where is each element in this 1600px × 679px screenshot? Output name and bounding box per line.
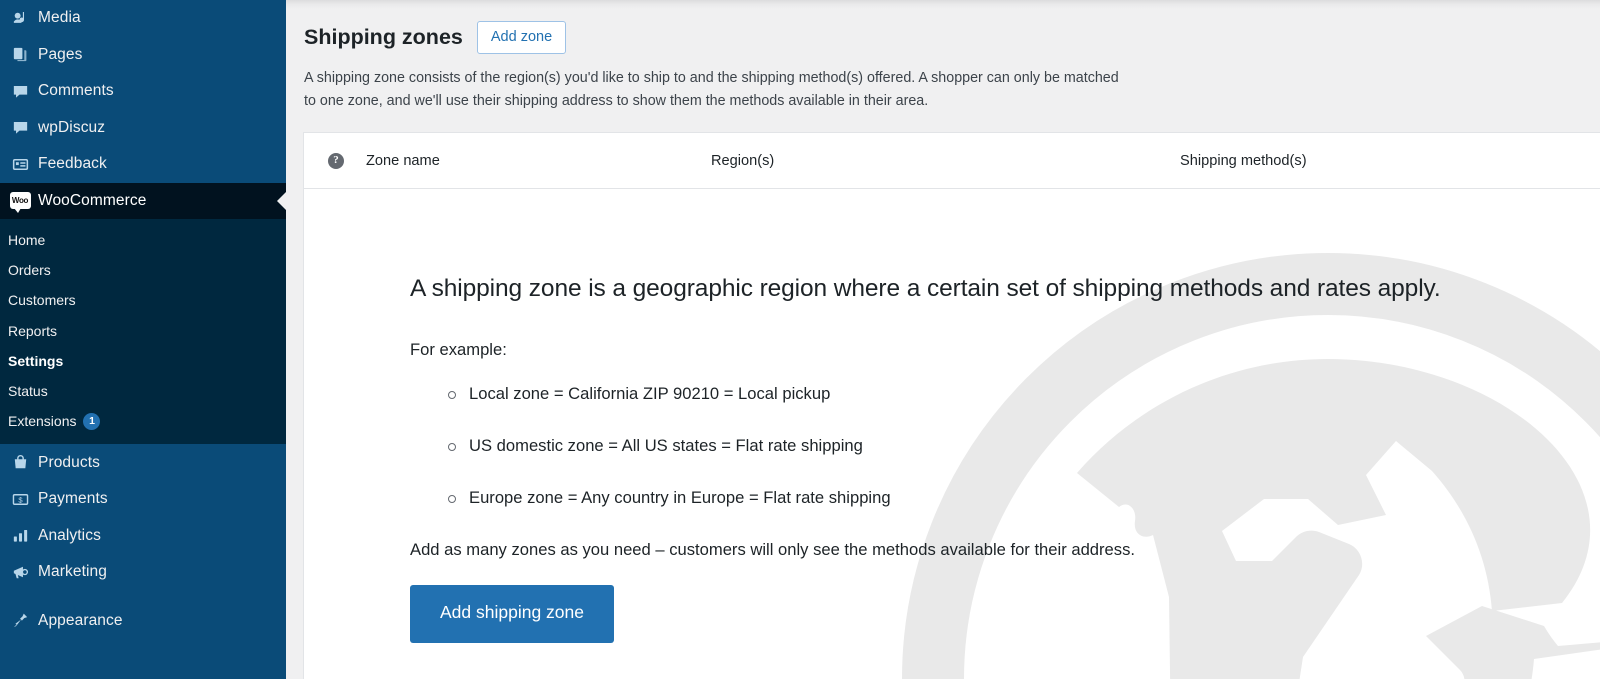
sidebar-item-label: Payments [38, 490, 108, 508]
pages-icon [2, 45, 38, 64]
column-header-zone-name: Zone name [366, 153, 440, 169]
sidebar-item-label: WooCommerce [38, 192, 146, 210]
sidebar-item-media[interactable]: Media [0, 0, 286, 37]
submenu-item-label: Home [8, 232, 45, 248]
column-header-shipping-methods: Shipping method(s) [1180, 153, 1307, 169]
sidebar-divider [0, 590, 286, 602]
list-item: Europe zone = Any country in Europe = Fl… [448, 488, 1600, 508]
sidebar-item-label: Products [38, 454, 100, 472]
submenu-item-label: Reports [8, 323, 57, 339]
submenu-item-extensions[interactable]: Extensions 1 [0, 406, 286, 436]
submenu-item-customers[interactable]: Customers [0, 285, 286, 315]
submenu-item-reports[interactable]: Reports [0, 316, 286, 346]
closing-text: Add as many zones as you need – customer… [410, 540, 1600, 560]
intro-line-1: A shipping zone consists of the region(s… [304, 67, 1428, 90]
svg-text:$: $ [18, 495, 23, 504]
submenu-item-label: Settings [8, 353, 63, 369]
page-title: Shipping zones [304, 27, 463, 49]
sidebar-item-label: Media [38, 9, 81, 27]
woocommerce-icon-badge: Woo [10, 192, 31, 209]
feedback-icon [2, 155, 38, 174]
submenu-item-orders[interactable]: Orders [0, 255, 286, 285]
help-icon-wrapper[interactable]: ? [328, 153, 344, 169]
empty-state-body: A shipping zone is a geographic region w… [304, 189, 1600, 679]
comments-icon [2, 118, 38, 137]
products-icon [2, 453, 38, 472]
submenu-item-settings[interactable]: Settings [0, 346, 286, 376]
submenu-item-label: Status [8, 383, 48, 399]
sidebar-item-marketing[interactable]: Marketing [0, 554, 286, 591]
sidebar-item-label: Marketing [38, 563, 107, 581]
status-badge: 1 [83, 413, 100, 430]
sidebar-item-appearance[interactable]: Appearance [0, 602, 286, 639]
sidebar-item-label: Pages [38, 46, 82, 64]
sidebar-item-products[interactable]: Products [0, 444, 286, 481]
submenu-item-home[interactable]: Home [0, 225, 286, 255]
analytics-icon [2, 526, 38, 545]
woocommerce-icon: Woo [2, 192, 38, 209]
main-content: Shipping zones Add zone A shipping zone … [286, 0, 1600, 679]
shipping-zones-table-card: ? Zone name Region(s) Shipping method(s)… [303, 132, 1600, 679]
sidebar-item-label: Analytics [38, 527, 101, 545]
submenu-item-label: Orders [8, 262, 51, 278]
column-header-regions: Region(s) [711, 153, 774, 169]
empty-state-heading: A shipping zone is a geographic region w… [410, 273, 1600, 305]
sidebar-item-label: Appearance [38, 612, 123, 630]
intro-line-2: to one zone, and we'll use their shippin… [304, 90, 1428, 113]
table-header-row: ? Zone name Region(s) Shipping method(s) [304, 133, 1600, 189]
list-item: Local zone = California ZIP 90210 = Loca… [448, 384, 1600, 404]
example-list: Local zone = California ZIP 90210 = Loca… [448, 384, 1600, 508]
sidebar-item-label: Feedback [38, 155, 107, 173]
sidebar-item-comments[interactable]: Comments [0, 73, 286, 110]
sidebar-item-wpdiscuz[interactable]: wpDiscuz [0, 110, 286, 147]
wp-admin-screen: Media Pages Comments wpDiscuz Feedback [0, 0, 1600, 679]
list-item: US domestic zone = All US states = Flat … [448, 436, 1600, 456]
for-example-label: For example: [410, 340, 1600, 360]
sidebar-item-label: Comments [38, 82, 114, 100]
sidebar-item-woocommerce[interactable]: Woo WooCommerce [0, 183, 286, 220]
media-icon [2, 9, 38, 28]
sidebar-item-analytics[interactable]: Analytics [0, 517, 286, 554]
add-zone-button[interactable]: Add zone [477, 21, 566, 55]
submenu-item-label: Extensions [8, 413, 76, 429]
appearance-icon [2, 611, 38, 630]
top-shadow [286, 0, 1600, 9]
intro-description: A shipping zone consists of the region(s… [286, 58, 1446, 113]
submenu-item-label: Customers [8, 292, 76, 308]
marketing-icon [2, 563, 38, 582]
help-icon[interactable]: ? [328, 153, 344, 169]
sidebar-item-payments[interactable]: $ Payments [0, 481, 286, 518]
add-shipping-zone-button[interactable]: Add shipping zone [410, 585, 614, 643]
submenu-item-status[interactable]: Status [0, 376, 286, 406]
comments-icon [2, 82, 38, 101]
sidebar-item-pages[interactable]: Pages [0, 37, 286, 74]
empty-state-panel: A shipping zone is a geographic region w… [304, 189, 1600, 642]
woocommerce-submenu: Home Orders Customers Reports Settings S… [0, 219, 286, 444]
sidebar-item-label: wpDiscuz [38, 119, 105, 137]
payments-icon: $ [2, 490, 38, 509]
chevron-right-icon [277, 192, 286, 210]
sidebar-item-feedback[interactable]: Feedback [0, 146, 286, 183]
admin-sidebar: Media Pages Comments wpDiscuz Feedback [0, 0, 286, 679]
